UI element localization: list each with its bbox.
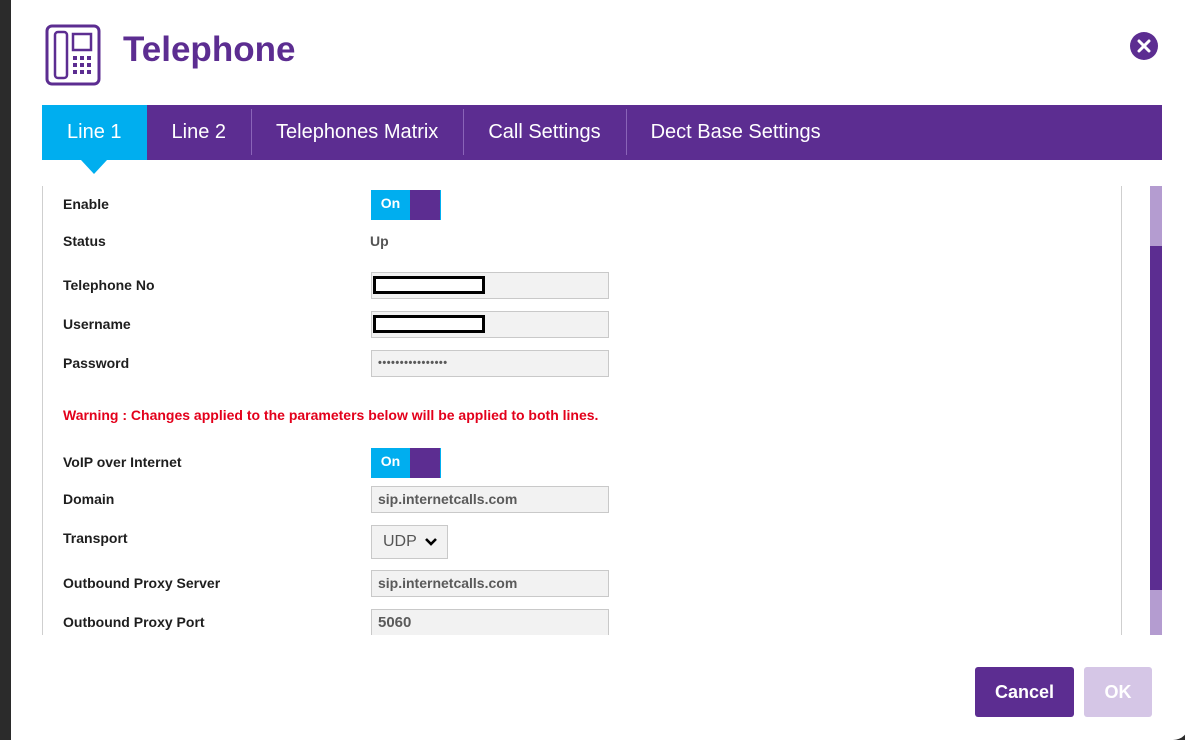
transport-select[interactable]: UDP (371, 525, 448, 559)
tab-dect-base-settings[interactable]: Dect Base Settings (625, 105, 846, 160)
telephone-icon (45, 24, 101, 86)
redaction-box (373, 276, 485, 294)
outbound-proxy-server-field[interactable]: sip.internetcalls.com (371, 570, 609, 597)
username-field[interactable] (371, 311, 609, 338)
tab-bar: Line 1 Line 2 Telephones Matrix Call Set… (42, 105, 1162, 174)
tab-call-settings[interactable]: Call Settings (463, 105, 625, 160)
transport-value: UDP (383, 533, 417, 550)
status-label: Status (63, 233, 106, 249)
tab-telephones-matrix[interactable]: Telephones Matrix (251, 105, 463, 160)
voip-toggle[interactable]: On (371, 448, 441, 478)
domain-field[interactable]: sip.internetcalls.com (371, 486, 609, 513)
status-value: Up (370, 233, 389, 249)
outbound-proxy-port-label: Outbound Proxy Port (63, 614, 205, 630)
chevron-down-icon (425, 538, 437, 546)
enable-label: Enable (63, 196, 109, 212)
tab-line-1[interactable]: Line 1 (42, 105, 147, 174)
telephone-no-field[interactable] (371, 272, 609, 299)
close-button[interactable] (1130, 32, 1158, 60)
scrollbar-thumb[interactable] (1150, 246, 1162, 590)
username-label: Username (63, 316, 131, 332)
outbound-proxy-port-field[interactable]: 5060 (371, 609, 609, 635)
password-field[interactable]: •••••••••••••••• (371, 350, 609, 377)
telephone-no-label: Telephone No (63, 277, 155, 293)
password-label: Password (63, 355, 130, 371)
ok-button[interactable]: OK (1084, 667, 1152, 717)
cancel-button[interactable]: Cancel (975, 667, 1074, 717)
voip-toggle-state: On (371, 448, 410, 478)
telephone-dialog: Telephone Line 1 Line 2 Telephones Matri… (11, 0, 1189, 740)
settings-panel: Enable On Status Up Telephone No Usernam… (42, 186, 1122, 635)
enable-toggle[interactable]: On (371, 190, 441, 220)
tab-line-2[interactable]: Line 2 (147, 105, 252, 160)
dialog-title: Telephone (123, 30, 296, 69)
close-icon (1137, 39, 1151, 53)
redaction-box (373, 315, 485, 333)
scrollbar[interactable] (1150, 186, 1162, 635)
enable-toggle-state: On (371, 190, 410, 220)
warning-message: Warning : Changes applied to the paramet… (63, 407, 599, 423)
voip-label: VoIP over Internet (63, 454, 182, 470)
domain-label: Domain (63, 491, 115, 507)
transport-label: Transport (63, 530, 128, 546)
outbound-proxy-server-label: Outbound Proxy Server (63, 575, 221, 591)
